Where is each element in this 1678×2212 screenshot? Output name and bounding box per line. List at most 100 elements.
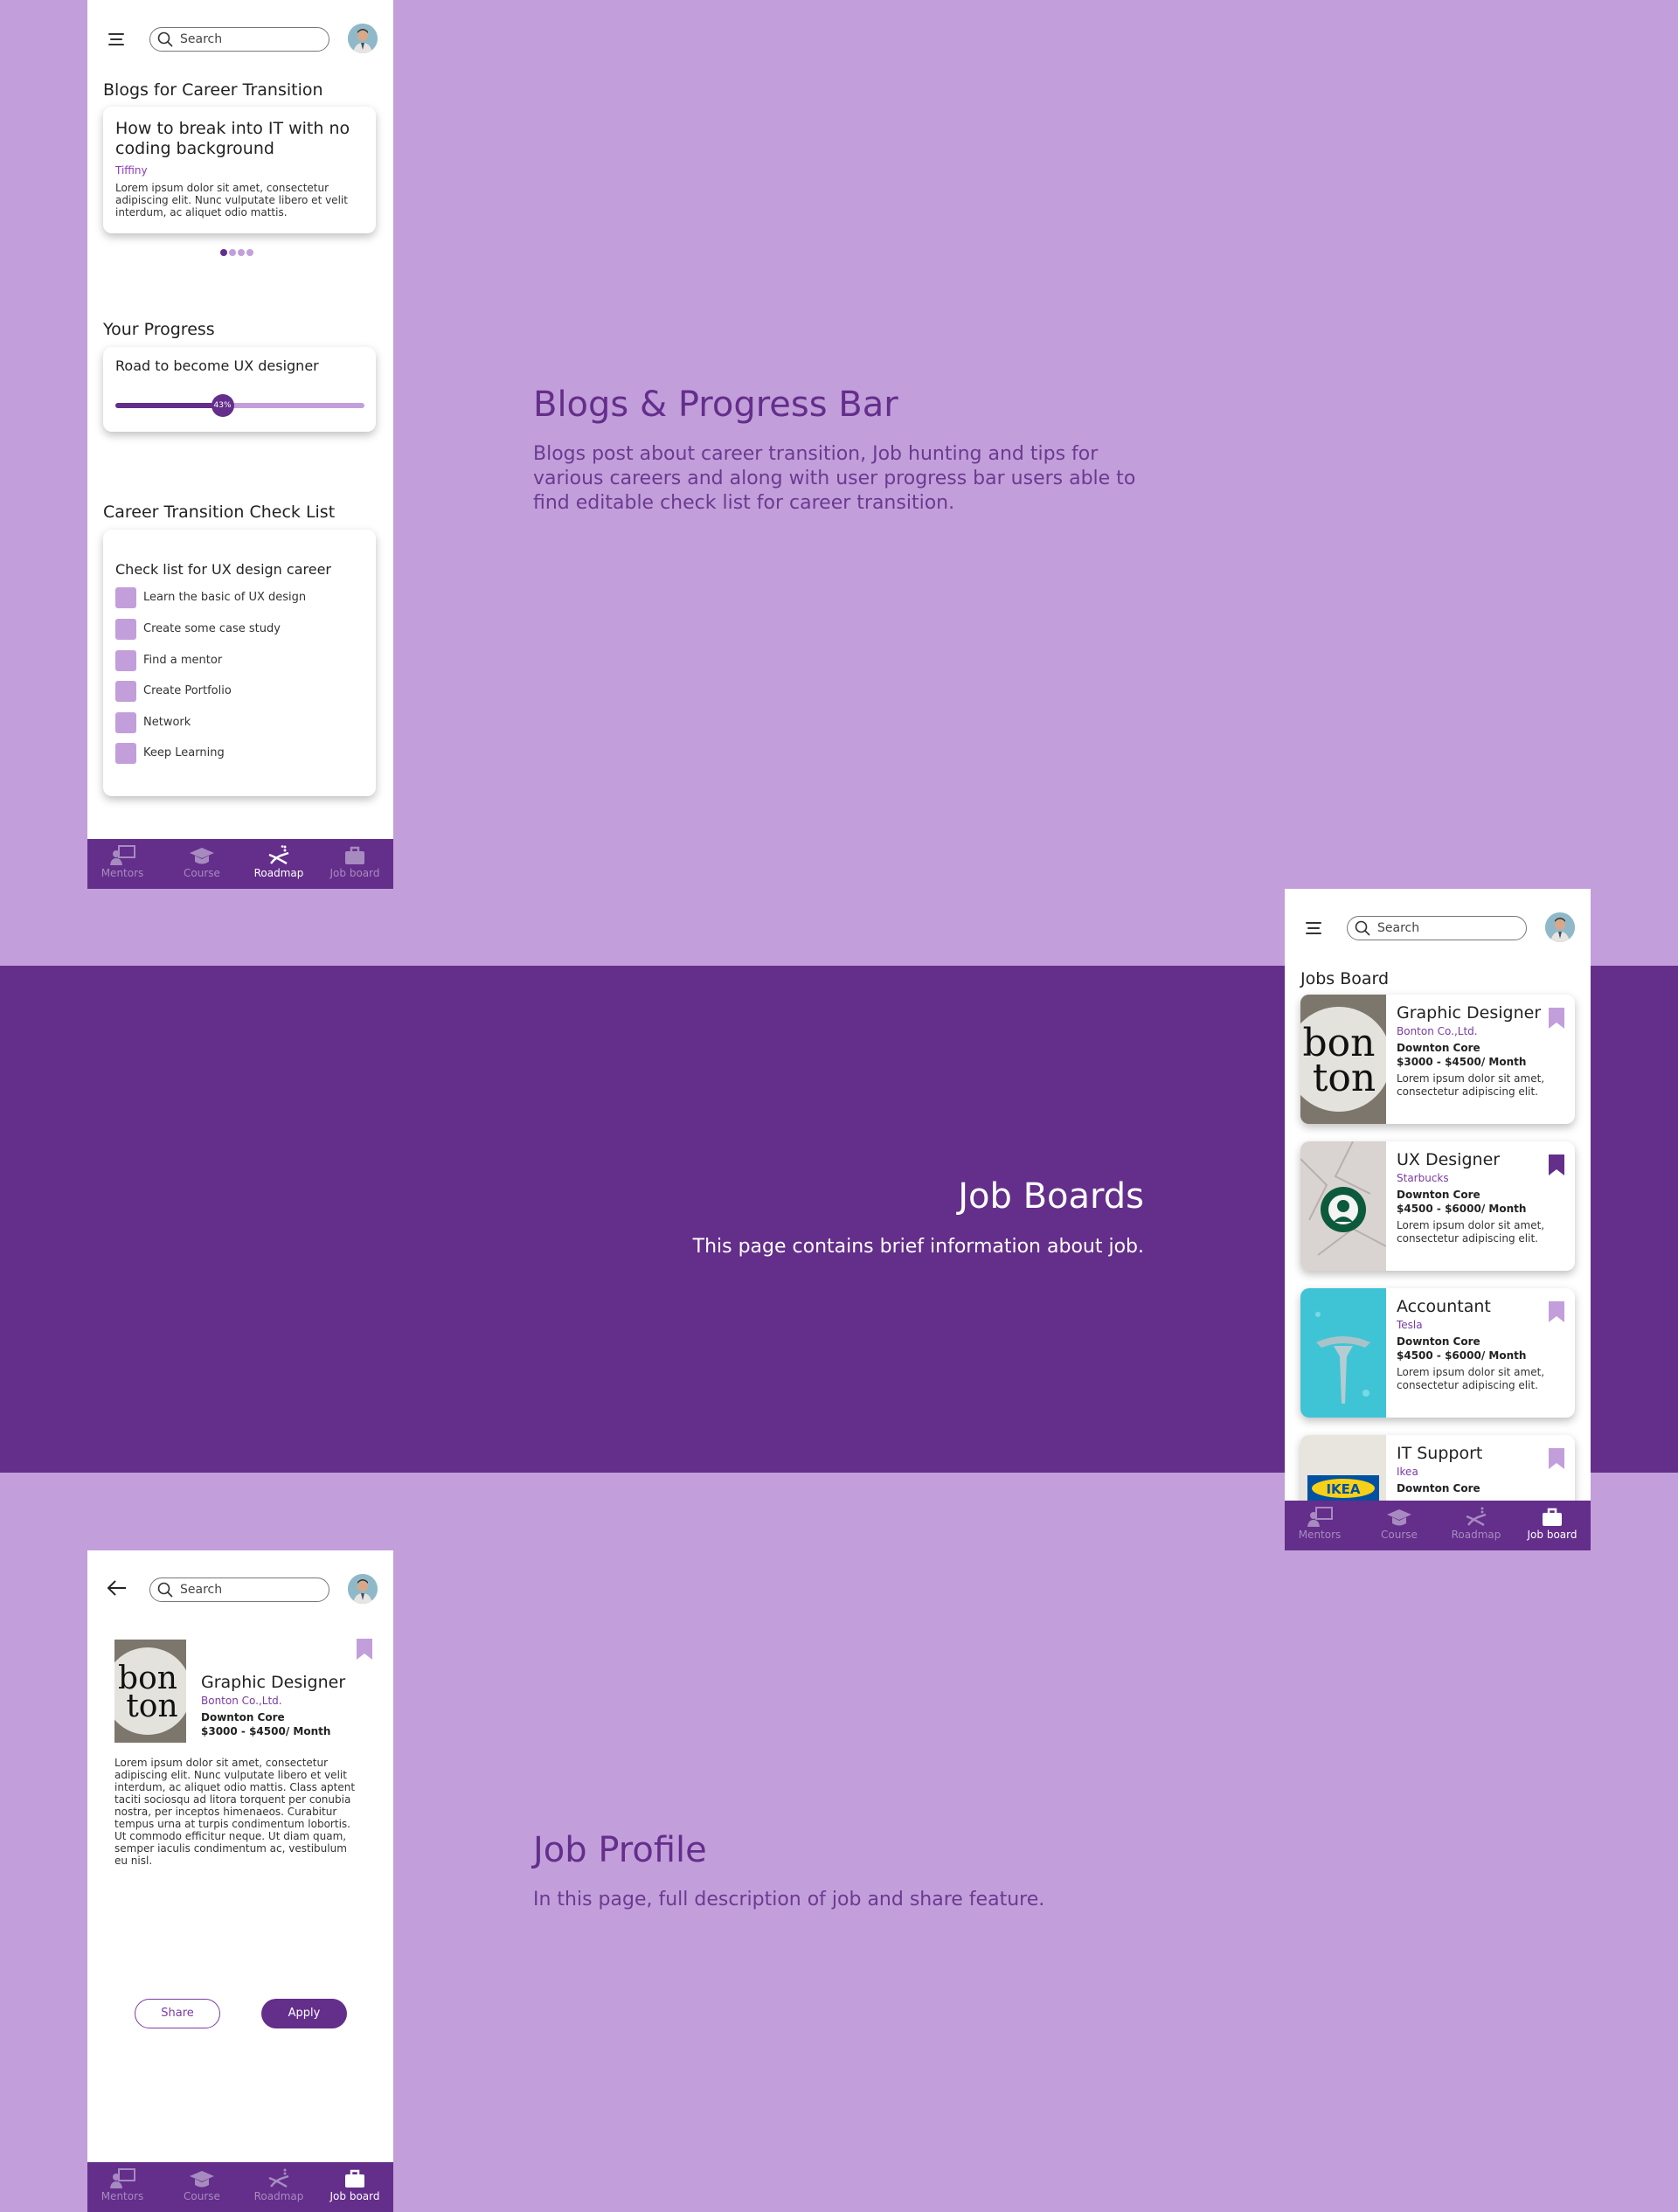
job-card[interactable]: UX Designer Starbucks Downton Core $4500…: [1300, 1141, 1575, 1271]
share-button[interactable]: Share: [135, 1999, 220, 2028]
bookmark-icon[interactable]: [1548, 1447, 1565, 1470]
section-title-job-profile: Job Profile: [533, 1830, 707, 1870]
carousel-dot[interactable]: [229, 249, 236, 256]
nav-job-board[interactable]: Job board: [316, 2167, 393, 2202]
job-salary: $3000 - $4500/ Month: [1397, 1056, 1527, 1068]
nav-mentors[interactable]: Mentors: [87, 2167, 161, 2202]
nav-course[interactable]: Course: [163, 844, 240, 879]
search-icon: [157, 31, 173, 47]
job-location: Downton Core: [1397, 1042, 1480, 1054]
progress-fill: [115, 403, 223, 408]
carousel-dot[interactable]: [220, 249, 227, 256]
briefcase-icon: [345, 2169, 364, 2188]
nav-course[interactable]: Course: [1361, 1506, 1438, 1541]
graduation-cap-icon: [190, 2171, 214, 2188]
avatar[interactable]: [348, 1574, 378, 1604]
section-title-job-boards: Job Boards: [958, 1176, 1144, 1217]
checkbox[interactable]: [115, 650, 136, 671]
company-logo: bon ton: [104, 1640, 191, 1743]
job-description: Lorem ipsum dolor sit amet, consectetur a…: [1397, 1219, 1545, 1245]
mentors-icon: [110, 845, 135, 865]
bookmark-icon[interactable]: [1548, 1007, 1565, 1030]
phone-screen-roadmap: Search Blogs for Career Transition How t…: [87, 0, 393, 889]
company-logo: [1300, 1288, 1386, 1418]
blogs-heading: Blogs for Career Transition: [103, 80, 323, 100]
carousel-dot[interactable]: [246, 249, 253, 256]
avatar[interactable]: [348, 24, 378, 53]
progress-heading: Your Progress: [103, 320, 215, 339]
nav-job-board[interactable]: Job board: [316, 844, 393, 879]
section-title-blogs: Blogs & Progress Bar: [533, 385, 898, 425]
checklist-item-label: Network: [143, 716, 191, 729]
nav-mentors[interactable]: Mentors: [87, 844, 161, 879]
bottom-nav: Mentors Course Roadmap Job board: [1285, 1501, 1591, 1550]
job-title: Graphic Designer: [1397, 1003, 1542, 1023]
search-input[interactable]: Search: [1347, 916, 1527, 940]
checkbox[interactable]: [115, 712, 136, 733]
avatar[interactable]: [1545, 912, 1575, 942]
blog-title: How to break into IT with no coding backg…: [115, 119, 350, 158]
blog-author: Tiffiny: [115, 164, 148, 177]
search-input[interactable]: Search: [149, 1578, 329, 1602]
section-text-blogs: Blogs post about career transition, Job …: [533, 443, 1136, 514]
job-card[interactable]: bon ton Graphic Designer Bonton Co.,Ltd. …: [1300, 995, 1575, 1124]
jobs-board-heading: Jobs Board: [1300, 969, 1390, 988]
back-arrow-icon[interactable]: [105, 1577, 128, 1599]
section-text-job-profile: In this page, full description of job an…: [533, 1889, 1045, 1910]
menu-icon[interactable]: [1304, 922, 1321, 934]
bookmark-icon[interactable]: [356, 1638, 373, 1661]
company-logo: [1300, 1141, 1387, 1271]
job-location: Downton Core: [1397, 1189, 1480, 1201]
section-text-job-boards: This page contains brief information abo…: [692, 1236, 1144, 1258]
nav-job-board[interactable]: Job board: [1514, 1506, 1591, 1541]
job-salary: $4500 - $6000/ Month: [1397, 1349, 1527, 1362]
bookmark-icon[interactable]: [1548, 1300, 1565, 1323]
checkbox[interactable]: [115, 619, 136, 640]
job-title: Graphic Designer: [201, 1673, 346, 1692]
bottom-nav: Mentors Course Roadmap Job board: [87, 2162, 393, 2212]
job-salary: $3000 - $4500/ Month: [201, 1725, 331, 1737]
roadmap-icon: [268, 844, 289, 865]
job-title: IT Support: [1397, 1444, 1483, 1463]
nav-roadmap[interactable]: Roadmap: [240, 844, 317, 879]
roadmap-icon: [268, 2168, 289, 2188]
svg-text:IKEA: IKEA: [1326, 1481, 1360, 1497]
nav-mentors[interactable]: Mentors: [1285, 1506, 1358, 1541]
bookmark-icon[interactable]: [1548, 1154, 1565, 1176]
svg-text:ton: ton: [1313, 1056, 1376, 1100]
job-title: Accountant: [1397, 1297, 1491, 1316]
checkbox[interactable]: [115, 743, 136, 764]
job-title: UX Designer: [1397, 1150, 1501, 1169]
job-location: Downton Core: [1397, 1335, 1480, 1348]
svg-text:ton: ton: [126, 1688, 177, 1724]
search-input[interactable]: Search: [149, 27, 329, 52]
checklist-heading: Career Transition Check List: [103, 503, 336, 522]
checklist-item-label: Find a mentor: [143, 654, 223, 667]
graduation-cap-icon: [190, 848, 214, 864]
checklist-item-label: Create some case study: [143, 622, 281, 635]
nav-roadmap[interactable]: Roadmap: [1438, 1506, 1515, 1541]
job-company: Starbucks: [1397, 1172, 1449, 1184]
nav-course[interactable]: Course: [163, 2167, 240, 2202]
top-bar: Search: [87, 1550, 393, 1620]
job-card[interactable]: Accountant Tesla Downton Core $4500 - $6…: [1300, 1288, 1575, 1418]
apply-button[interactable]: Apply: [261, 1999, 347, 2028]
checkbox[interactable]: [115, 587, 136, 608]
job-description: Lorem ipsum dolor sit amet, consectetur a…: [114, 1757, 356, 1867]
phone-screen-jobs-board: Search Jobs Board bon ton Graphic Designe…: [1285, 889, 1591, 1550]
progress-title: Road to become UX designer: [115, 357, 319, 374]
briefcase-icon: [1543, 1508, 1562, 1526]
nav-roadmap[interactable]: Roadmap: [240, 2167, 317, 2202]
checklist-card: Check list for UX design career Learn th…: [103, 530, 376, 796]
job-company: Bonton Co.,Ltd.: [201, 1695, 282, 1707]
mentors-icon: [1307, 1507, 1333, 1527]
carousel-dots: [220, 243, 253, 260]
blog-card[interactable]: How to break into IT with no coding backg…: [103, 107, 376, 233]
graduation-cap-icon: [1387, 1509, 1411, 1526]
menu-icon[interactable]: [107, 33, 124, 45]
progress-knob[interactable]: 43%: [211, 394, 234, 417]
carousel-dot[interactable]: [238, 249, 245, 256]
checkbox[interactable]: [115, 681, 136, 702]
progress-card: Road to become UX designer 43%: [103, 347, 376, 432]
job-description: Lorem ipsum dolor sit amet, consectetur a…: [1397, 1366, 1545, 1391]
